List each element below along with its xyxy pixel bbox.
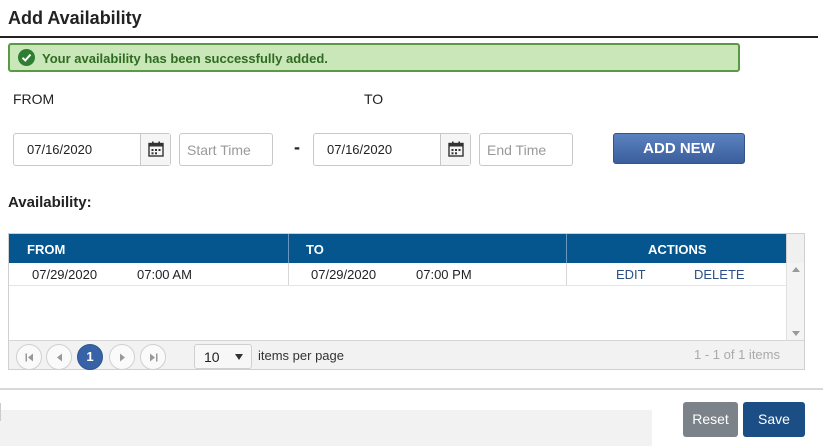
next-page-icon[interactable] bbox=[109, 344, 135, 370]
success-alert: Your availability has been successfully … bbox=[8, 43, 740, 72]
column-header-actions: ACTIONS bbox=[648, 242, 707, 257]
previous-page-icon[interactable] bbox=[46, 344, 72, 370]
to-time-cell: 07:00 PM bbox=[416, 267, 472, 282]
start-time-input[interactable] bbox=[179, 133, 273, 166]
to-date-value: 07/16/2020 bbox=[327, 142, 393, 157]
pager-info: 1 - 1 of 1 items bbox=[694, 347, 780, 362]
from-date-picker[interactable]: 07/16/2020 bbox=[13, 133, 171, 166]
save-button[interactable]: Save bbox=[743, 402, 805, 437]
scrollbar-header-spacer bbox=[786, 234, 804, 263]
calendar-icon[interactable] bbox=[440, 134, 470, 165]
to-date-picker[interactable]: 07/16/2020 bbox=[313, 133, 471, 166]
delete-link[interactable]: DELETE bbox=[694, 267, 745, 282]
to-label: TO bbox=[364, 91, 384, 107]
alert-message: Your availability has been successfully … bbox=[42, 51, 328, 66]
page-number-button[interactable]: 1 bbox=[77, 344, 103, 370]
page-size-value: 10 bbox=[204, 349, 220, 365]
check-circle-icon bbox=[18, 49, 35, 66]
reset-button[interactable]: Reset bbox=[683, 402, 738, 437]
column-divider bbox=[288, 234, 289, 263]
grid-header: FROM TO ACTIONS bbox=[9, 234, 787, 263]
from-label: FROM bbox=[13, 91, 55, 107]
page-title: Add Availability bbox=[8, 8, 142, 28]
items-per-page-label: items per page bbox=[258, 348, 344, 363]
from-date-cell: 07/29/2020 bbox=[32, 267, 98, 282]
vertical-scrollbar[interactable] bbox=[786, 263, 804, 340]
footer-edge bbox=[0, 403, 1, 421]
calendar-icon[interactable] bbox=[140, 134, 170, 165]
add-new-button[interactable]: ADD NEW bbox=[613, 133, 745, 164]
footer-divider bbox=[0, 388, 823, 390]
footer-bar bbox=[0, 410, 652, 446]
availability-grid: FROM TO ACTIONS 07/29/2020 07:00 AM 07/2… bbox=[8, 233, 805, 370]
column-header-to[interactable]: TO bbox=[306, 234, 324, 263]
title-divider bbox=[0, 36, 818, 38]
end-time-input[interactable] bbox=[479, 133, 573, 166]
table-row: 07/29/2020 07:00 AM 07/29/2020 07:00 PM … bbox=[9, 263, 787, 286]
page-size-select[interactable]: 10 bbox=[194, 344, 252, 369]
cell-divider bbox=[566, 263, 567, 285]
scroll-down-arrow-icon[interactable] bbox=[792, 331, 800, 336]
scroll-up-arrow-icon[interactable] bbox=[792, 267, 800, 272]
from-time-cell: 07:00 AM bbox=[137, 267, 192, 282]
from-date-value: 07/16/2020 bbox=[27, 142, 93, 157]
grid-pager: 1 10 items per page 1 - 1 of 1 items bbox=[9, 340, 804, 370]
edit-link[interactable]: EDIT bbox=[616, 267, 646, 282]
column-divider bbox=[566, 234, 567, 263]
availability-heading: Availability: bbox=[8, 194, 92, 211]
last-page-icon[interactable] bbox=[140, 344, 166, 370]
column-header-from[interactable]: FROM bbox=[27, 234, 65, 263]
date-range-separator: - bbox=[294, 137, 300, 157]
to-date-cell: 07/29/2020 bbox=[311, 267, 377, 282]
cell-divider bbox=[288, 263, 289, 285]
row-divider bbox=[9, 285, 787, 286]
first-page-icon[interactable] bbox=[16, 344, 42, 370]
chevron-down-icon bbox=[235, 354, 243, 360]
